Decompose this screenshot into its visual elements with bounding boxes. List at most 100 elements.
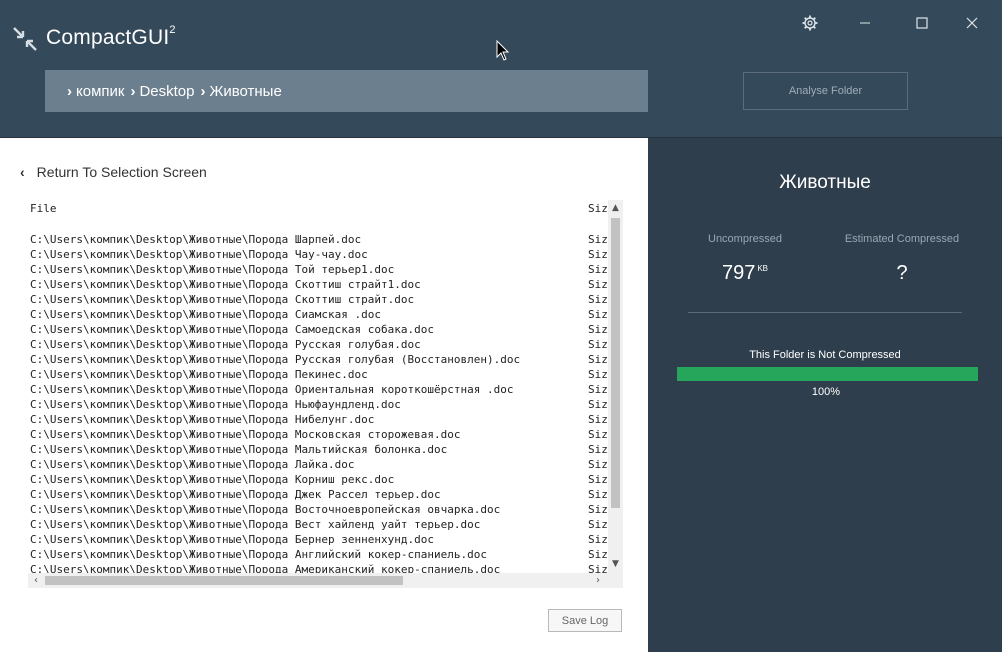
scroll-right-icon[interactable]: › [592, 574, 604, 587]
folder-name: Животные [779, 172, 871, 193]
file-size: Siz [588, 338, 608, 351]
list-item[interactable]: C:\Users\компик\Desktop\Животные\Порода … [30, 322, 610, 337]
app-window: CompactGUI2 › компик › Desktop › Животны… [0, 0, 1002, 652]
file-path: C:\Users\компик\Desktop\Животные\Порода … [30, 308, 381, 321]
list-item[interactable]: C:\Users\компик\Desktop\Животные\Порода … [30, 517, 610, 532]
file-path: C:\Users\компик\Desktop\Животные\Порода … [30, 488, 441, 501]
list-item[interactable]: C:\Users\компик\Desktop\Животные\Порода … [30, 532, 610, 547]
file-path: C:\Users\компик\Desktop\Животные\Порода … [30, 338, 421, 351]
file-size: Siz [588, 518, 608, 531]
list-item[interactable]: C:\Users\компик\Desktop\Животные\Порода … [30, 262, 610, 277]
list-item[interactable]: C:\Users\компик\Desktop\Животные\Порода … [30, 472, 610, 487]
progress-percent: 100% [811, 386, 841, 398]
scroll-left-icon[interactable]: ‹ [30, 574, 42, 587]
vertical-scrollbar[interactable]: ▲ ▼ [608, 200, 623, 573]
list-item[interactable]: C:\Users\компик\Desktop\Животные\Порода … [30, 292, 610, 307]
column-header-file[interactable]: File [30, 202, 57, 215]
log-rows: C:\Users\компик\Desktop\Животные\Порода … [30, 232, 610, 577]
return-label: Return To Selection Screen [36, 164, 207, 180]
list-item[interactable]: C:\Users\компик\Desktop\Животные\Порода … [30, 547, 610, 562]
file-path: C:\Users\компик\Desktop\Животные\Порода … [30, 398, 401, 411]
file-size: Siz [588, 323, 608, 336]
list-item[interactable]: C:\Users\компик\Desktop\Животные\Порода … [30, 382, 610, 397]
file-size: Siz [588, 548, 608, 561]
minimize-icon[interactable] [850, 10, 880, 36]
estimated-label: Estimated Compressed [844, 233, 960, 245]
chevron-left-icon: ‹ [20, 164, 25, 180]
log-list[interactable]: File Size C:\Users\компик\Desktop\Животн… [28, 198, 623, 590]
breadcrumb: › компик › Desktop › Животные [45, 70, 648, 112]
breadcrumb-item[interactable]: компик [76, 83, 124, 100]
title-bar: CompactGUI2 › компик › Desktop › Животны… [0, 0, 1002, 138]
scrollbar-thumb[interactable] [611, 218, 620, 508]
scroll-down-icon[interactable]: ▼ [610, 558, 621, 570]
list-item[interactable]: C:\Users\компик\Desktop\Животные\Порода … [30, 412, 610, 427]
file-size: Siz [588, 233, 608, 246]
file-path: C:\Users\компик\Desktop\Животные\Порода … [30, 458, 355, 471]
list-item[interactable]: C:\Users\компик\Desktop\Животные\Порода … [30, 397, 610, 412]
file-path: C:\Users\компик\Desktop\Животные\Порода … [30, 323, 434, 336]
maximize-icon[interactable] [907, 10, 937, 36]
list-item[interactable]: C:\Users\компик\Desktop\Животные\Порода … [30, 427, 610, 442]
chevron-right-icon: › [130, 82, 136, 100]
file-size: Siz [588, 368, 608, 381]
analyse-folder-button[interactable]: Analyse Folder [743, 72, 908, 110]
file-path: C:\Users\компик\Desktop\Животные\Порода … [30, 233, 362, 246]
list-item[interactable]: C:\Users\компик\Desktop\Животные\Порода … [30, 442, 610, 457]
file-size: Siz [588, 248, 608, 261]
file-size: Siz [588, 473, 608, 486]
close-icon[interactable] [957, 10, 987, 36]
scrollbar-thumb[interactable] [45, 576, 403, 585]
file-size: Siz [588, 398, 608, 411]
file-path: C:\Users\компик\Desktop\Животные\Порода … [30, 548, 487, 561]
file-size: Siz [588, 293, 608, 306]
compact-arrows-icon [13, 27, 37, 51]
list-item[interactable]: C:\Users\компик\Desktop\Животные\Порода … [30, 307, 610, 322]
list-item[interactable]: C:\Users\компик\Desktop\Животные\Порода … [30, 487, 610, 502]
file-size: Siz [588, 488, 608, 501]
file-size: Siz [588, 308, 608, 321]
chevron-right-icon: › [200, 82, 206, 100]
save-log-button[interactable]: Save Log [548, 609, 622, 632]
mouse-cursor-icon [496, 40, 510, 61]
list-item[interactable]: C:\Users\компик\Desktop\Животные\Порода … [30, 232, 610, 247]
file-path: C:\Users\компик\Desktop\Животные\Порода … [30, 368, 368, 381]
list-item[interactable]: C:\Users\компик\Desktop\Животные\Порода … [30, 247, 610, 262]
gear-icon[interactable] [795, 10, 825, 36]
return-button[interactable]: ‹ Return To Selection Screen [20, 164, 207, 180]
file-path: C:\Users\компик\Desktop\Животные\Порода … [30, 503, 501, 516]
file-path: C:\Users\компик\Desktop\Животные\Порода … [30, 248, 368, 261]
file-path: C:\Users\компик\Desktop\Животные\Порода … [30, 353, 521, 366]
progress-bar [677, 367, 978, 381]
file-path: C:\Users\компик\Desktop\Животные\Порода … [30, 293, 415, 306]
breadcrumb-item[interactable]: Животные [209, 83, 281, 100]
divider [688, 312, 962, 313]
column-header-size[interactable]: Size [588, 202, 610, 215]
file-path: C:\Users\компик\Desktop\Животные\Порода … [30, 473, 395, 486]
file-size: Siz [588, 533, 608, 546]
uncompressed-value: 797 KB [721, 262, 769, 284]
list-item[interactable]: C:\Users\компик\Desktop\Животные\Порода … [30, 502, 610, 517]
chevron-right-icon: › [67, 82, 72, 100]
file-path: C:\Users\компик\Desktop\Животные\Порода … [30, 278, 421, 291]
file-path: C:\Users\компик\Desktop\Животные\Порода … [30, 428, 461, 441]
file-path: C:\Users\компик\Desktop\Животные\Порода … [30, 263, 395, 276]
file-size: Siz [588, 503, 608, 516]
list-item[interactable]: C:\Users\компик\Desktop\Животные\Порода … [30, 367, 610, 382]
file-path: C:\Users\компик\Desktop\Животные\Порода … [30, 413, 375, 426]
list-item[interactable]: C:\Users\компик\Desktop\Животные\Порода … [30, 277, 610, 292]
scroll-corner [608, 573, 623, 588]
file-size: Siz [588, 278, 608, 291]
list-item[interactable]: C:\Users\компик\Desktop\Животные\Порода … [30, 352, 610, 367]
scroll-up-icon[interactable]: ▲ [610, 202, 621, 214]
list-item[interactable]: C:\Users\компик\Desktop\Животные\Порода … [30, 337, 610, 352]
list-item[interactable]: C:\Users\компик\Desktop\Животные\Порода … [30, 457, 610, 472]
file-path: C:\Users\компик\Desktop\Животные\Порода … [30, 518, 481, 531]
file-path: C:\Users\компик\Desktop\Животные\Порода … [30, 383, 514, 396]
breadcrumb-item[interactable]: Desktop [139, 83, 194, 100]
app-title: CompactGUI2 [46, 24, 176, 49]
horizontal-scrollbar[interactable]: ‹ › [28, 573, 608, 588]
file-size: Siz [588, 383, 608, 396]
file-size: Siz [588, 443, 608, 456]
file-path: C:\Users\компик\Desktop\Животные\Порода … [30, 533, 434, 546]
